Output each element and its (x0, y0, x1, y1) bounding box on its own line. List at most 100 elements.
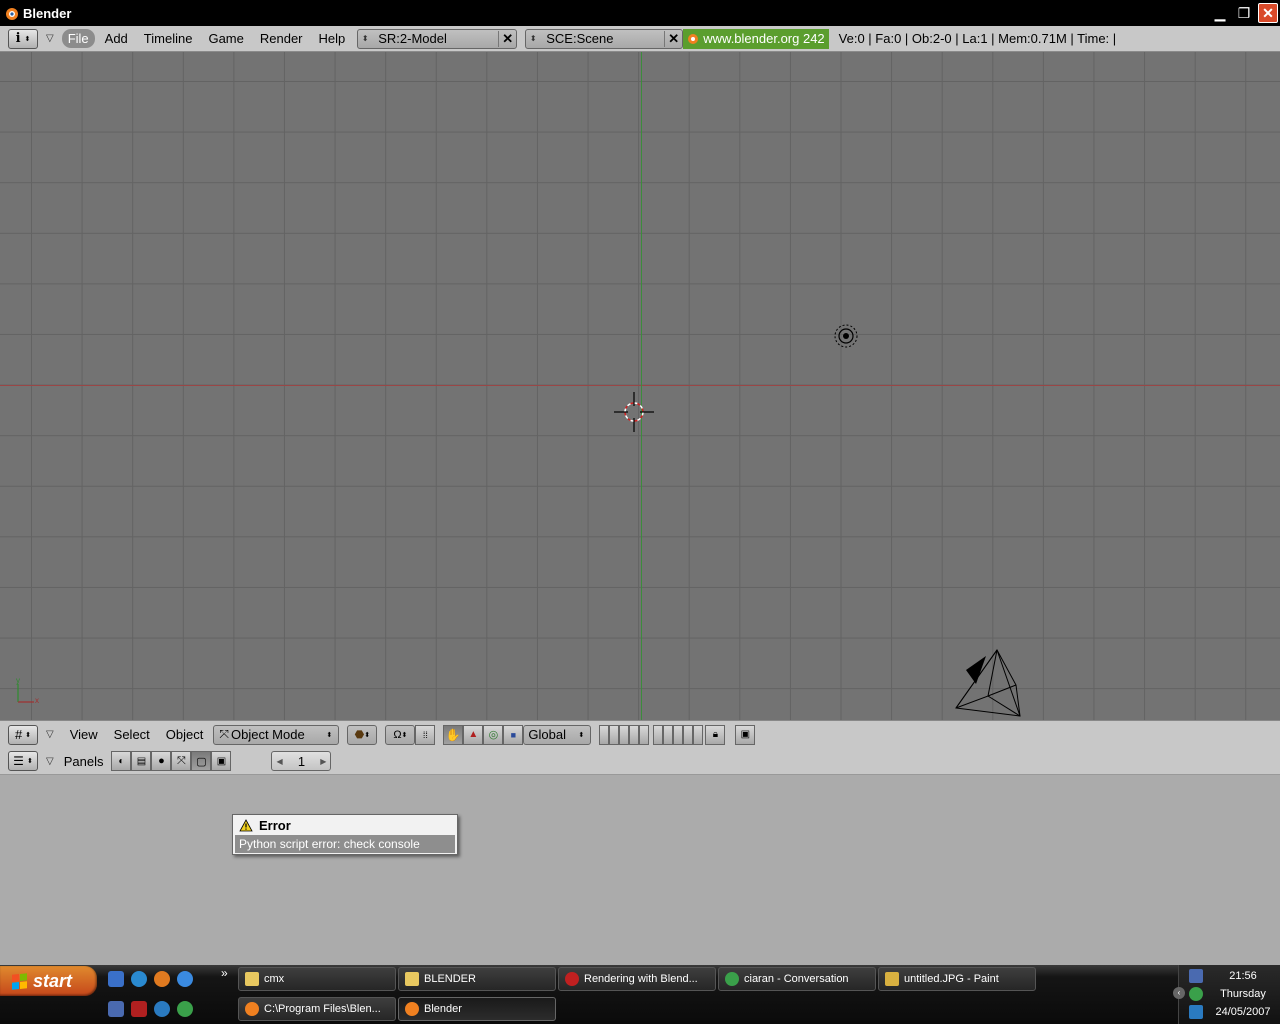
shading-context-button[interactable]: ● (151, 751, 172, 771)
task-button-rendering-pdf[interactable]: Rendering with Blend... (558, 967, 716, 991)
windows-logo-icon (12, 972, 27, 990)
pivot-selector[interactable]: Ω ⬍ (385, 724, 416, 745)
scene-context-button[interactable]: ▣ (211, 751, 232, 771)
x-axis-line (0, 385, 1280, 386)
lamp-object-icon[interactable] (832, 322, 860, 350)
menu-object[interactable]: Object (160, 725, 210, 744)
3d-cursor-icon[interactable] (612, 390, 656, 434)
menu-render[interactable]: Render (254, 29, 309, 48)
logic-context-button[interactable]: ◐ (111, 751, 132, 771)
security-tray-icon[interactable] (1189, 969, 1203, 983)
menu-view[interactable]: View (64, 725, 104, 744)
layer-button[interactable] (599, 724, 610, 745)
layer-button[interactable] (653, 724, 664, 745)
quicklaunch-more-icon[interactable]: » (221, 966, 228, 980)
scene-icon: ▣ (216, 755, 227, 767)
internet-explorer-icon[interactable] (177, 971, 193, 987)
script-context-button[interactable]: ▤ (131, 751, 152, 771)
task-label: BLENDER (424, 973, 476, 985)
media-player-icon[interactable] (131, 971, 147, 987)
manipulator-toggle[interactable]: ✋ (443, 724, 464, 745)
layer-button[interactable] (673, 724, 684, 745)
camera-object-icon[interactable] (948, 648, 1024, 720)
search-icon[interactable] (154, 1001, 170, 1017)
messenger-icon[interactable] (177, 1001, 193, 1017)
menu-add[interactable]: Add (99, 29, 134, 48)
snap-grid-button[interactable]: ⁞⁞ (415, 724, 436, 745)
scene-selector[interactable]: ⬍ SCE:Scene ✕ (525, 28, 684, 49)
collapse-menu-icon[interactable]: ▽ (46, 33, 54, 44)
layer-button[interactable] (693, 724, 704, 745)
restore-button[interactable]: ❐ (1234, 3, 1254, 23)
network-tray-icon[interactable] (1189, 1005, 1203, 1019)
menu-timeline[interactable]: Timeline (138, 29, 199, 48)
layer-button[interactable] (663, 724, 674, 745)
lock-layers-button[interactable]: 🔒︎ (705, 724, 726, 745)
acrobat-icon[interactable] (131, 1001, 147, 1017)
start-button[interactable]: start (0, 966, 97, 996)
firefox-icon[interactable] (154, 971, 170, 987)
delete-scene-icon[interactable]: ✕ (664, 30, 682, 47)
task-button-blender-folder[interactable]: BLENDER (398, 967, 556, 991)
menu-file[interactable]: File (61, 29, 95, 48)
task-button-paint[interactable]: untitled.JPG - Paint (878, 967, 1036, 991)
frame-number-field[interactable]: ◀ 1 ▶ (271, 751, 332, 771)
viewport-type-button[interactable]: # ⬍ (8, 724, 38, 745)
close-window-button[interactable]: ✕ (1258, 3, 1278, 23)
editing-context-button[interactable]: ▢ (191, 751, 212, 771)
object-context-button[interactable]: ⤧ (171, 751, 192, 771)
show-hidden-icons-icon[interactable]: ‹ (1173, 987, 1185, 999)
menu-game[interactable]: Game (202, 29, 249, 48)
task-button-cmx[interactable]: cmx (238, 967, 396, 991)
increment-icon[interactable]: ▶ (320, 757, 330, 766)
show-desktop-icon[interactable] (108, 971, 124, 987)
layer-button[interactable] (639, 724, 650, 745)
minimize-button[interactable]: ▁ (1210, 3, 1230, 23)
circle-icon: ◎ (488, 729, 499, 741)
buttons-window-type[interactable]: ☰ ⬍ (8, 751, 38, 771)
orientation-label: Global (528, 727, 566, 742)
buttons-window (0, 775, 1280, 965)
updown-icon: ⬍ (361, 34, 369, 43)
scene-name[interactable]: SCE:Scene (540, 31, 664, 46)
3d-viewport[interactable]: y x (0, 52, 1280, 720)
clock[interactable]: 21:56 Thursday 24/05/2007 (1207, 967, 1279, 1021)
layer-button[interactable] (609, 724, 620, 745)
layer-button[interactable] (619, 724, 630, 745)
blender-icon (245, 1002, 259, 1016)
panels-label[interactable]: Panels (64, 754, 104, 769)
decrement-icon[interactable]: ◀ (272, 757, 282, 766)
delete-screen-icon[interactable]: ✕ (498, 30, 516, 47)
collapse-menu-icon[interactable]: ▽ (46, 729, 54, 740)
frame-value[interactable]: 1 (298, 754, 305, 769)
task-button-conversation[interactable]: ciaran - Conversation (718, 967, 876, 991)
menu-help[interactable]: Help (313, 29, 352, 48)
screen-selector[interactable]: ⬍ SR:2-Model ✕ (357, 28, 518, 49)
layer-button[interactable] (683, 724, 694, 745)
task-button-command-prompt[interactable]: C:\Program Files\Blen... (238, 997, 396, 1021)
messenger-tray-icon[interactable] (1189, 987, 1203, 1001)
blender-logo-icon (6, 8, 18, 20)
updown-icon: ⬍ (25, 731, 32, 739)
mode-selector[interactable]: ⤧ Object Mode ⬍ (213, 724, 340, 745)
security-icon[interactable] (108, 1001, 124, 1017)
error-message[interactable]: Python script error: check console (235, 835, 455, 853)
draw-type-selector[interactable]: ⬣ ⬍ (347, 724, 378, 745)
window-type-button[interactable]: i ⬍ (8, 28, 38, 49)
task-button-blender[interactable]: Blender (398, 997, 556, 1021)
collapse-menu-icon[interactable]: ▽ (46, 756, 54, 767)
error-popup[interactable]: Error Python script error: check console (232, 814, 458, 855)
orientation-selector[interactable]: Global ⬍ (523, 724, 592, 745)
scale-manipulator[interactable]: ■ (503, 724, 524, 745)
website-badge[interactable]: www.blender.org 242 (683, 28, 829, 49)
rotate-manipulator[interactable]: ◎ (483, 724, 504, 745)
svg-text:x: x (35, 696, 39, 705)
window-title: Blender (23, 5, 72, 21)
translate-manipulator[interactable]: ▲ (463, 724, 484, 745)
render-view-button[interactable]: ▣ (735, 724, 756, 745)
menu-select[interactable]: Select (108, 725, 156, 744)
layer-button[interactable] (629, 724, 640, 745)
screen-name[interactable]: SR:2-Model (372, 31, 498, 46)
task-label: cmx (264, 973, 285, 985)
messenger-icon (725, 972, 739, 986)
